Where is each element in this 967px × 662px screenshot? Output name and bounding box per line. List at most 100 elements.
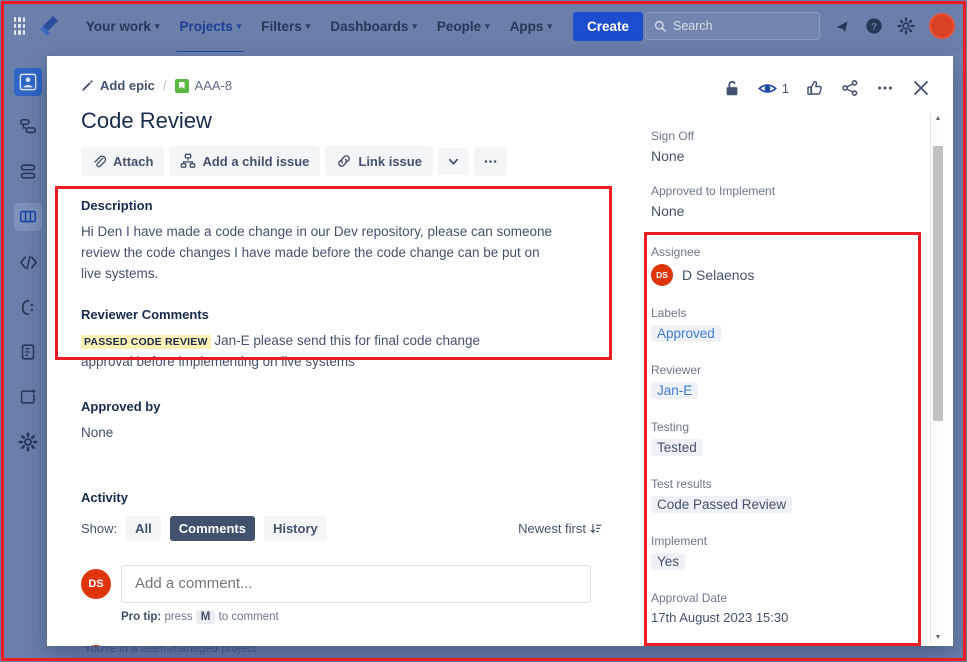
code-icon[interactable] xyxy=(14,248,42,276)
breadcrumb-separator: / xyxy=(162,78,167,93)
issue-details-sidebar: Sign Off None Approved to Implement None… xyxy=(637,113,923,643)
attach-icon xyxy=(94,155,107,167)
releases-icon[interactable] xyxy=(14,293,42,321)
top-navigation-bar: Your work ▾ Projects ▾ Filters ▾ Dashboa… xyxy=(0,0,967,54)
jira-logo-icon[interactable] xyxy=(35,13,61,39)
create-button[interactable]: Create xyxy=(572,11,643,41)
scrollbar-thumb[interactable] xyxy=(933,146,943,421)
more-item-actions-button[interactable] xyxy=(473,146,507,176)
reviewer-comments-label: Reviewer Comments xyxy=(81,306,209,322)
protip-suffix: to comment xyxy=(218,610,279,623)
field-label: Labels xyxy=(651,306,687,320)
scrollbar-track[interactable] xyxy=(931,124,945,632)
nav-item-apps[interactable]: Apps ▾ xyxy=(501,13,561,40)
description-label: Description xyxy=(81,198,153,213)
approved-by-label: Approved by xyxy=(81,398,161,414)
protip-middle: press xyxy=(164,610,193,623)
board-icon[interactable] xyxy=(14,203,42,231)
activity-tab-comments[interactable]: Comments xyxy=(169,515,255,541)
nav-item-your-work[interactable]: Your work ▾ xyxy=(77,13,169,40)
nav-label: Projects xyxy=(179,18,233,34)
close-icon[interactable] xyxy=(911,78,931,98)
approved-by-value: None xyxy=(81,424,114,440)
assignee-value[interactable]: DS D Selaenos xyxy=(651,264,905,286)
scroll-down-arrow[interactable]: ▼ xyxy=(935,632,942,643)
field-label: Testing xyxy=(651,420,690,434)
share-icon[interactable] xyxy=(841,79,859,97)
help-icon[interactable]: ? xyxy=(865,17,883,35)
reviewer-comments-section: Reviewer Comments PASSED CODE REVIEW Jan… xyxy=(81,307,617,373)
activity-label: Activity xyxy=(81,489,128,505)
chevron-down-icon: ▾ xyxy=(236,20,242,31)
story-type-icon xyxy=(174,78,189,93)
settings-icon[interactable] xyxy=(897,17,915,35)
watch-eye-icon xyxy=(757,83,777,93)
field-assignee: Assignee DS D Selaenos xyxy=(651,245,905,286)
thumbs-up-icon[interactable] xyxy=(806,79,824,97)
attach-button[interactable]: Attach xyxy=(81,146,165,176)
apps-grid-icon[interactable] xyxy=(12,15,27,37)
list-item: DS D Selaenos 3 days ago Thanks Dan now … xyxy=(81,644,617,646)
search-icon xyxy=(654,20,666,32)
unlock-icon[interactable] xyxy=(723,79,741,97)
chevron-down-icon: ▾ xyxy=(412,20,417,31)
notifications-icon[interactable] xyxy=(834,18,851,35)
approval-date-value[interactable]: 17th August 2023 15:30 xyxy=(651,610,905,625)
issue-action-bar: Attach Add a child issue Link issue xyxy=(81,146,617,176)
field-value[interactable]: None xyxy=(651,148,905,164)
nav-item-projects[interactable]: Projects ▾ xyxy=(170,13,250,54)
scroll-up-arrow[interactable]: ▲ xyxy=(935,113,942,124)
protip-prefix: Pro tip: xyxy=(121,610,162,623)
sort-order-button[interactable]: Newest first xyxy=(518,521,617,536)
add-child-issue-button[interactable]: Add a child issue xyxy=(169,146,321,176)
nav-item-people[interactable]: People ▾ xyxy=(428,13,499,40)
more-icon xyxy=(484,159,497,163)
avatar: DS xyxy=(81,568,111,599)
field-reviewer: Reviewer Jan-E xyxy=(651,363,905,400)
reviewer-chip[interactable]: Jan-E xyxy=(651,382,699,399)
search-placeholder: Search xyxy=(673,19,713,33)
child-issue-icon xyxy=(181,153,196,168)
add-epic-label: Add epic xyxy=(100,78,155,93)
implement-chip[interactable]: Yes xyxy=(651,553,686,570)
issue-title: Code Review xyxy=(81,108,212,133)
avatar: DS xyxy=(81,644,111,646)
test-results-chip[interactable]: Code Passed Review xyxy=(651,496,793,513)
field-label: Test results xyxy=(651,477,712,491)
passed-code-review-badge: PASSED CODE REVIEW xyxy=(81,334,211,349)
field-label: Reviewer xyxy=(651,363,702,377)
backlog-icon[interactable] xyxy=(14,158,42,186)
add-shortcut-icon[interactable] xyxy=(14,383,42,411)
sort-order-label: Newest first xyxy=(518,520,586,536)
activity-filter-row: Show: All Comments History Newest first xyxy=(81,515,617,541)
field-value[interactable]: None xyxy=(651,203,905,219)
top-nav-right-group: Search ? xyxy=(645,12,955,40)
description-section: Description Hi Den I have made a code ch… xyxy=(81,198,617,285)
activity-tab-history[interactable]: History xyxy=(263,515,327,541)
add-epic-button[interactable]: Add epic xyxy=(81,78,155,93)
approved-by-section: Approved by None xyxy=(81,399,617,444)
chevron-down-icon xyxy=(448,158,459,165)
details-sidebar-scrollbar[interactable]: ▲ ▼ xyxy=(930,113,945,643)
nav-item-filters[interactable]: Filters ▾ xyxy=(252,13,319,40)
activity-tab-all[interactable]: All xyxy=(126,515,161,541)
pages-icon[interactable] xyxy=(14,338,42,366)
issue-key-link[interactable]: AAA-8 xyxy=(174,78,233,93)
search-input[interactable]: Search xyxy=(645,12,820,40)
avatar: DS xyxy=(651,264,673,286)
issue-key-label: AAA-8 xyxy=(194,78,233,93)
more-actions-icon[interactable] xyxy=(876,79,894,97)
nav-item-dashboards[interactable]: Dashboards ▾ xyxy=(321,13,426,40)
roadmap-icon[interactable] xyxy=(14,113,42,141)
label-chip[interactable]: Approved xyxy=(651,325,721,342)
more-link-types-button[interactable] xyxy=(437,147,469,175)
testing-chip[interactable]: Tested xyxy=(651,439,703,456)
user-avatar[interactable] xyxy=(929,13,955,39)
watch-button[interactable]: 1 xyxy=(757,79,789,98)
add-comment-input[interactable] xyxy=(121,564,591,603)
link-issue-button[interactable]: Link issue xyxy=(325,146,433,176)
field-sign-off: Sign Off None xyxy=(651,129,905,164)
project-settings-icon[interactable] xyxy=(14,428,42,456)
project-avatar-icon[interactable] xyxy=(14,68,42,96)
link-issue-label: Link issue xyxy=(358,153,422,169)
